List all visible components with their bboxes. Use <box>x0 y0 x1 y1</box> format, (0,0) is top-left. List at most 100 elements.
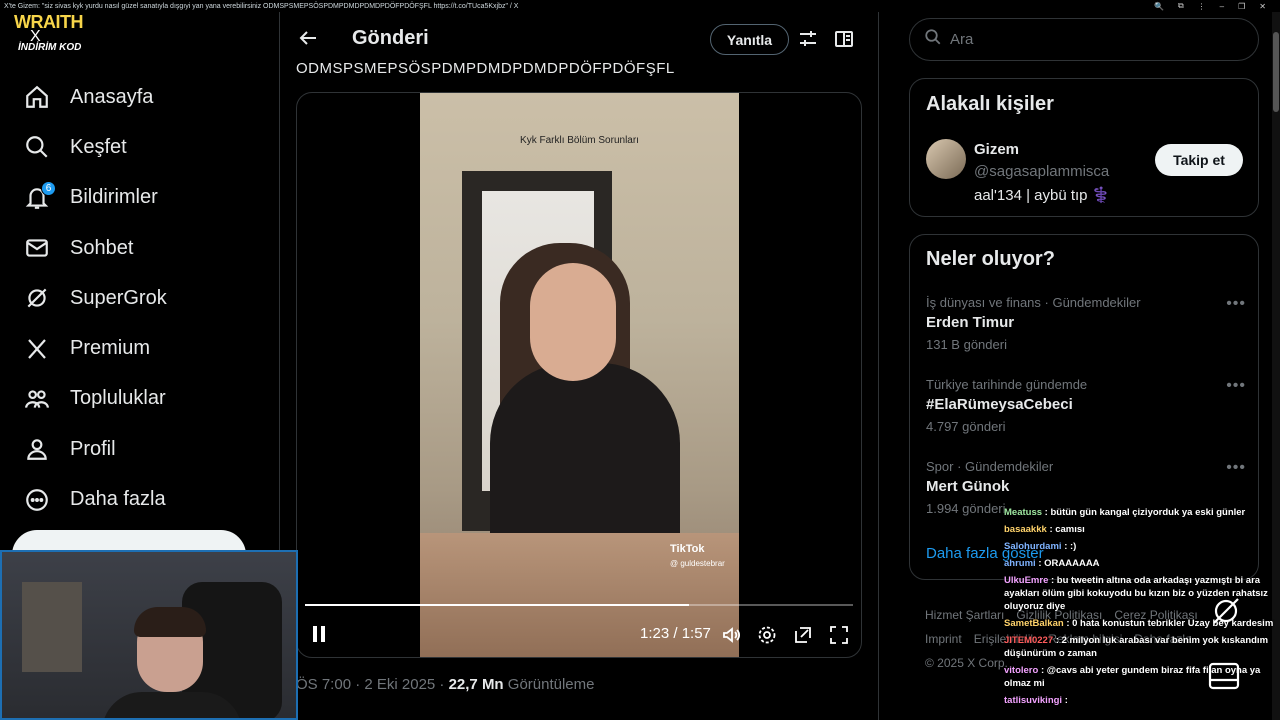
reply-button[interactable]: Yanıtla <box>710 24 789 55</box>
trend-count: 4.797 gönderi <box>926 419 1006 434</box>
chat-message: JITEM0227 : 2 milyon luk arabası var ben… <box>1004 634 1280 660</box>
nav-item-communities[interactable]: Topluluklar <box>22 374 262 424</box>
nav-label: Sohbet <box>70 236 134 259</box>
communities-icon <box>22 384 52 414</box>
person-name[interactable]: Gizem <box>974 141 1019 158</box>
post-header: Gönderi Yanıtla <box>280 14 878 64</box>
chat-text: : :) <box>1064 541 1077 552</box>
more-options-icon[interactable]: ••• <box>1226 295 1246 313</box>
back-arrow-icon[interactable] <box>298 28 318 48</box>
chat-username: JITEM0227 <box>1004 635 1054 646</box>
person-bio: aal'134 | aybü tıp ⚕️ <box>974 187 1111 204</box>
settings-gear-icon[interactable] <box>757 625 777 645</box>
messages-floating-icon[interactable] <box>1204 660 1244 694</box>
nav-item-profile[interactable]: Profil <box>22 424 262 474</box>
nav-item-supergrok[interactable]: SuperGrok <box>22 273 262 323</box>
window-controls: 🔍 ⧉ ⋮ – ❐ ✕ <box>1154 0 1280 12</box>
tweet-views: 22,7 Mn <box>448 676 504 693</box>
chat-message: Salohurdami : :) <box>1004 540 1280 553</box>
search-box[interactable] <box>909 18 1259 61</box>
follow-button[interactable]: Takip et <box>1155 144 1243 176</box>
avatar[interactable] <box>926 139 966 179</box>
nav-item-premium[interactable]: Premium <box>22 323 262 373</box>
grok-floating-icon[interactable] <box>1206 596 1246 626</box>
sliders-icon[interactable] <box>798 29 818 49</box>
chat-username: SametBalkan <box>1004 618 1064 629</box>
logo-subtext: İNDİRİM KOD <box>18 42 82 53</box>
person-handle[interactable]: @sagasaplammisca <box>974 163 1109 180</box>
fullscreen-icon[interactable] <box>829 625 849 645</box>
card-title: Alakalı kişiler <box>926 93 1054 115</box>
nav-label: Daha fazla <box>70 488 166 511</box>
notification-badge: 6 <box>41 180 56 196</box>
scrollbar-thumb[interactable] <box>1273 32 1279 112</box>
webcam-scene-hair <box>134 607 206 637</box>
views-label: Görüntüleme <box>503 676 595 693</box>
video-frame: Kyk Farklı Bölüm Sorunları TikTok @ guld… <box>420 93 739 657</box>
nav-label: Premium <box>70 337 151 360</box>
chat-text: : bütün gün kangal çiziyorduk ya eski gü… <box>1044 507 1246 518</box>
column-divider <box>878 12 879 720</box>
nav-label: Bildirimler <box>70 186 158 209</box>
picture-in-picture-icon[interactable] <box>793 625 813 645</box>
logo-text: WRAITH <box>14 12 83 32</box>
chat-message: tatlisuvikingi : <box>1004 694 1280 707</box>
chat-text: : <box>1064 695 1068 706</box>
more-options-icon[interactable]: ••• <box>1226 459 1246 477</box>
nav-label: SuperGrok <box>70 286 167 309</box>
search-icon <box>22 132 52 162</box>
extensions-icon[interactable]: ⧉ <box>1178 1 1184 11</box>
chat-text: : ORAAAAAA <box>1038 558 1100 569</box>
related-people-card: Alakalı kişiler Gizem @sagasaplammisca a… <box>909 78 1259 217</box>
nav-label: Anasayfa <box>70 85 154 108</box>
nav-item-messages[interactable]: Sohbet <box>22 223 262 273</box>
video-scene-face <box>530 263 616 381</box>
trend-item[interactable]: Türkiye tarihinde gündemde #ElaRümeysaCe… <box>926 377 1246 434</box>
search-input[interactable] <box>950 31 1230 48</box>
chat-username: basaakkk <box>1004 524 1047 535</box>
chat-message: Meatuss : bütün gün kangal çiziyorduk ya… <box>1004 506 1280 519</box>
nav-label: Profil <box>70 437 116 460</box>
grok-icon <box>22 283 52 313</box>
nav-item-more[interactable]: Daha fazla <box>22 474 262 524</box>
chat-username: ahrumi <box>1004 558 1036 569</box>
pause-icon[interactable] <box>311 625 327 643</box>
chat-text: : camısı <box>1049 524 1085 535</box>
tweet-meta: ÖS 7:00 · 2 Eki 2025 · 22,7 Mn Görüntüle… <box>296 676 595 693</box>
nav-item-explore[interactable]: Keşfet <box>22 122 262 172</box>
tweet-text: ODMSPSMEPSÖSPDMPDMDPDMDPDÖFPDÖFŞFL <box>296 60 675 77</box>
window-title: X'te Gizem: "siz sivas kyk yurdu nasıl g… <box>4 2 519 10</box>
trend-name: #ElaRümeysaCebeci <box>926 396 1073 413</box>
chat-message: basaakkk : camısı <box>1004 523 1280 536</box>
video-progress-bar[interactable] <box>305 604 853 606</box>
zoom-icon[interactable]: 🔍 <box>1154 2 1164 11</box>
nav-label: Keşfet <box>70 135 127 158</box>
bell-icon: 6 <box>22 180 56 213</box>
footer-link[interactable]: Imprint <box>925 632 962 646</box>
copyright: © 2025 X Corp. <box>925 656 1008 670</box>
stream-logo: WRAITH X İNDİRİM KOD <box>14 12 98 56</box>
webcam-scene-shirt <box>102 692 242 718</box>
trend-item[interactable]: İş dünyası ve finans · Gündemdekiler Erd… <box>926 295 1246 352</box>
close-button[interactable]: ✕ <box>1259 2 1266 11</box>
restore-button[interactable]: ❐ <box>1238 2 1245 11</box>
person-icon <box>22 434 52 464</box>
nav-item-home[interactable]: Anasayfa <box>22 72 262 122</box>
tweet-timestamp[interactable]: ÖS 7:00 · 2 Eki 2025 · <box>296 676 449 693</box>
trend-count: 131 B gönderi <box>926 337 1007 352</box>
video-player[interactable]: Kyk Farklı Bölüm Sorunları TikTok @ guld… <box>296 92 862 658</box>
nav-item-notifications[interactable]: 6 Bildirimler <box>22 173 262 223</box>
chat-username: UlkuEmre <box>1004 575 1049 586</box>
trend-context: Türkiye tarihinde gündemde <box>926 377 1088 392</box>
trend-name: Mert Günok <box>926 478 1010 495</box>
chat-message: ahrumi : ORAAAAAA <box>1004 557 1280 570</box>
video-progress-fill <box>305 604 689 606</box>
menu-icon[interactable]: ⋮ <box>1198 2 1206 11</box>
reader-mode-icon[interactable] <box>834 29 854 49</box>
tiktok-username: @ guldestebrar <box>670 559 725 568</box>
volume-icon[interactable] <box>721 625 741 645</box>
trend-context: İş dünyası ve finans · Gündemdekiler <box>926 295 1141 310</box>
minimize-button[interactable]: – <box>1220 2 1224 11</box>
more-options-icon[interactable]: ••• <box>1226 377 1246 395</box>
footer-link[interactable]: Hizmet Şartları <box>925 608 1004 622</box>
